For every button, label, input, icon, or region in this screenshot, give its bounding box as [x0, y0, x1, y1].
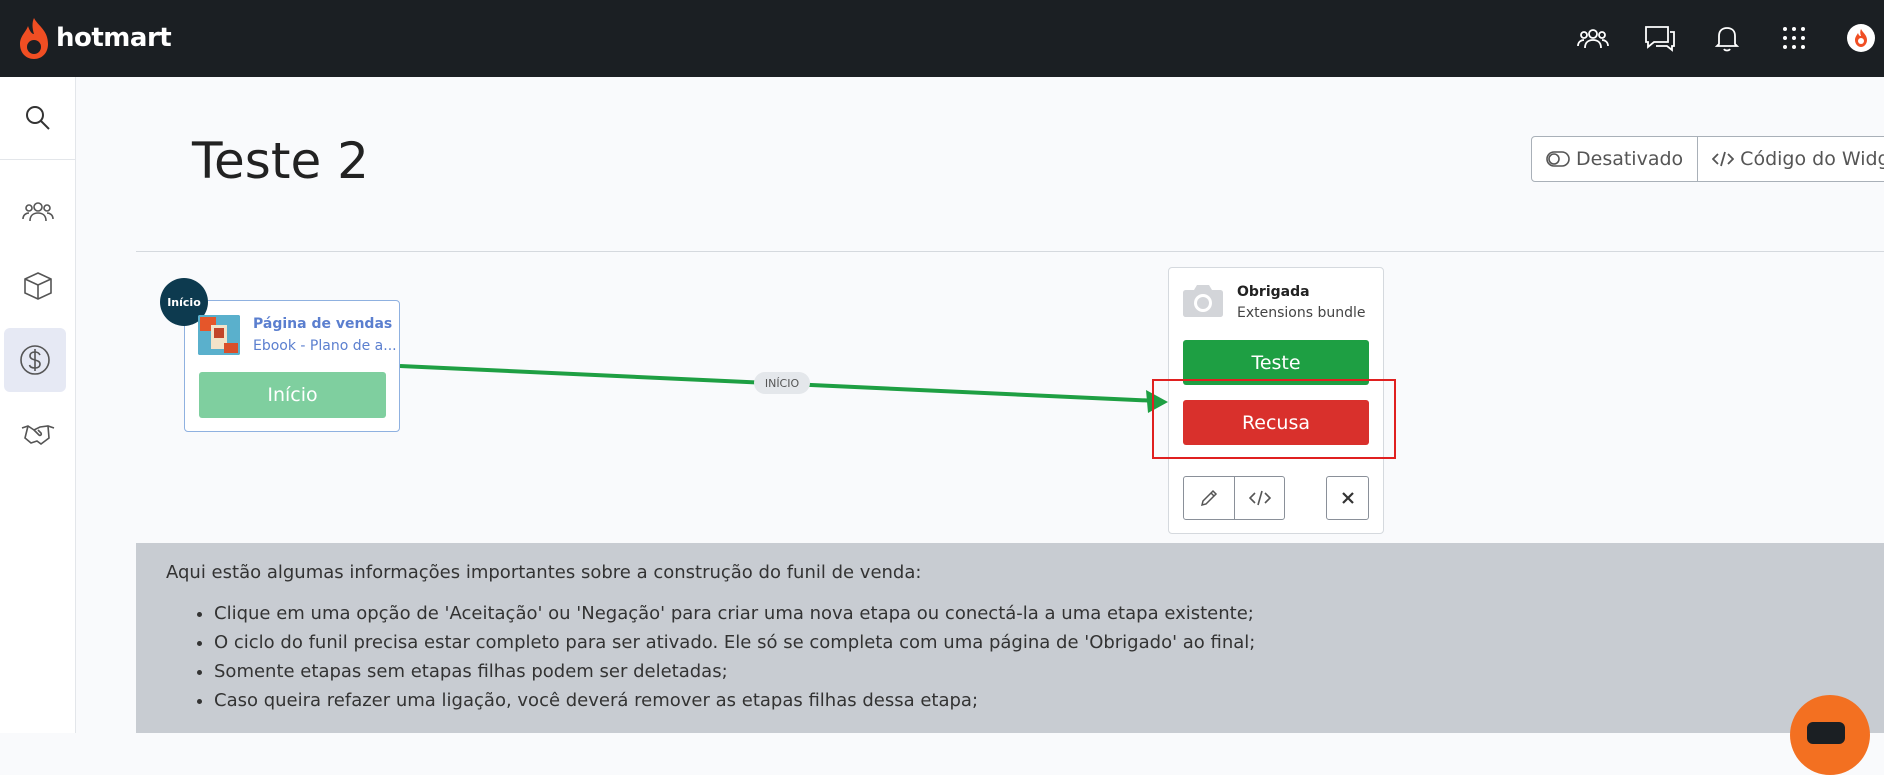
- sales-node-subtitle: Ebook - Plano de a...: [253, 338, 397, 354]
- highlight-box: [1152, 379, 1396, 459]
- pencil-icon: [1200, 489, 1218, 507]
- start-button[interactable]: Início: [199, 372, 386, 418]
- node-tools: [1183, 476, 1285, 520]
- close-icon: [1341, 492, 1354, 504]
- chat-bubble-icon: [1807, 722, 1845, 744]
- info-intro: Aqui estão algumas informações important…: [166, 562, 922, 583]
- connection-label: INÍCIO: [754, 372, 810, 394]
- delete-node-button[interactable]: [1326, 476, 1369, 520]
- node-code-button[interactable]: [1234, 477, 1284, 519]
- list-item: O ciclo do funil precisa estar completo …: [214, 632, 1255, 661]
- thanks-node-subtitle: Extensions bundle: [1237, 305, 1366, 321]
- list-item: Caso queira refazer uma ligação, você de…: [214, 690, 1255, 719]
- sales-node-title: Página de vendas: [253, 316, 393, 332]
- code-icon: [1248, 490, 1271, 506]
- list-item: Somente etapas sem etapas filhas podem s…: [214, 661, 1255, 690]
- thanks-node-title: Obrigada: [1237, 284, 1310, 300]
- list-item: Clique em uma opção de 'Aceitação' ou 'N…: [214, 603, 1255, 632]
- camera-icon: [1182, 282, 1224, 318]
- edit-node-button[interactable]: [1184, 477, 1234, 519]
- product-thumbnail: [198, 315, 240, 355]
- info-list: Clique em uma opção de 'Aceitação' ou 'N…: [214, 603, 1255, 719]
